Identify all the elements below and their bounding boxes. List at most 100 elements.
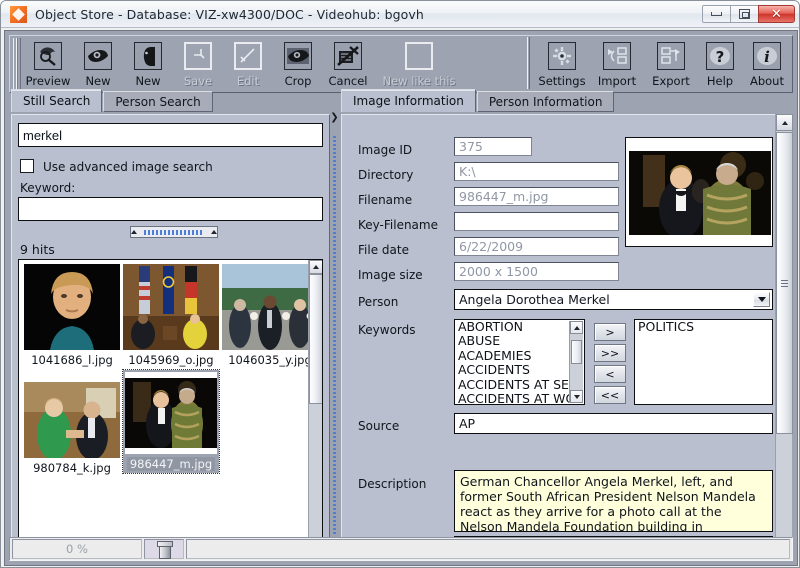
description-field[interactable]: German Chancellor Angela Merkel, left, a… — [454, 470, 773, 532]
preview-button[interactable]: Preview — [23, 36, 73, 92]
status-bar: 0 % — [9, 537, 793, 561]
edit-button[interactable]: Edit — [223, 36, 273, 92]
thumbnail-item-5[interactable]: 986447_m.jpg — [122, 369, 220, 474]
image-size-value: 2000 x 1500 — [459, 264, 538, 279]
cancel-button[interactable]: Cancel — [323, 36, 373, 92]
window-title: Object Store - Database: VIZ-xw4300/DOC … — [35, 6, 424, 22]
list-item[interactable]: POLITICS — [635, 320, 772, 334]
thumbnail-item-3[interactable]: 1046035_y.jpg — [222, 264, 318, 367]
thumbnail-item-2[interactable]: 1045969_o.jpg — [123, 264, 219, 367]
thumbnails-scrollbar[interactable] — [308, 260, 322, 552]
remove-all-keywords-label: << — [600, 388, 620, 402]
toolbar-grip[interactable] — [13, 38, 21, 90]
keywords-scroll-down-button[interactable] — [570, 390, 583, 403]
form-scroll-up-button[interactable] — [776, 114, 793, 131]
minimize-icon — [711, 12, 722, 16]
person-combobox[interactable]: Angela Dorothea Merkel — [454, 289, 773, 310]
crop-label: Crop — [284, 74, 312, 88]
keywords-selected-list[interactable]: POLITICS — [634, 319, 773, 405]
results-splitter-handle[interactable] — [130, 226, 218, 238]
add-all-keywords-button[interactable]: >> — [594, 344, 626, 362]
new-like-this-button[interactable]: New like this — [373, 36, 465, 92]
status-message — [186, 539, 790, 559]
save-button[interactable]: Save — [173, 36, 223, 92]
scroll-down-icon — [573, 394, 580, 399]
thumbnail-name-3: 1046035_y.jpg — [228, 353, 312, 367]
thumbnail-item-4[interactable]: 980784_k.jpg — [24, 382, 120, 475]
keyword-input[interactable] — [18, 197, 323, 221]
blank-square-icon — [405, 42, 433, 70]
thumbnail-item-1[interactable]: 1041686_l.jpg — [24, 264, 120, 367]
pencil-chart-icon — [234, 42, 262, 70]
list-item[interactable]: ACCIDENTS — [455, 362, 584, 377]
import-label: Import — [597, 74, 637, 88]
export-arrow-icon — [657, 42, 685, 70]
crop-button[interactable]: Crop — [273, 36, 323, 92]
scroll-up-icon — [313, 265, 319, 269]
about-button[interactable]: i About — [742, 36, 792, 92]
remove-all-keywords-button[interactable]: << — [594, 386, 626, 404]
tab-person-information[interactable]: Person Information — [476, 91, 615, 112]
export-button[interactable]: Export — [644, 36, 698, 92]
form-scroll-thumb[interactable] — [776, 132, 793, 434]
thumbnails-scroll-up-button[interactable] — [309, 260, 322, 274]
thumbnail-name-4: 980784_k.jpg — [33, 461, 111, 475]
minimize-button[interactable] — [702, 5, 731, 23]
form-scrollbar[interactable] — [775, 114, 793, 558]
source-value: AP — [459, 416, 476, 431]
list-item[interactable]: ACCIDENTS AT SEA — [455, 377, 584, 392]
hits-count: 9 hits — [20, 242, 55, 257]
image-size-field[interactable]: 2000 x 1500 — [454, 262, 619, 281]
new-person-button[interactable]: New — [123, 36, 173, 92]
keywords-scroll-thumb[interactable] — [571, 340, 582, 364]
directory-field[interactable]: K:\ — [454, 162, 619, 181]
file-date-label: File date — [358, 243, 409, 257]
person-dropdown-arrow[interactable] — [753, 292, 770, 307]
import-button[interactable]: Import — [590, 36, 644, 92]
help-button[interactable]: ? Help — [698, 36, 742, 92]
keywords-label: Keywords — [358, 323, 416, 337]
help-label: Help — [706, 74, 734, 88]
maximize-button[interactable] — [730, 5, 759, 23]
image-preview-box[interactable] — [625, 137, 773, 247]
thumbnail-image-3 — [222, 264, 318, 350]
list-item[interactable]: ABORTION — [455, 320, 584, 334]
thumbnails-scroll-thumb[interactable] — [309, 274, 322, 404]
advanced-search-checkbox[interactable] — [20, 159, 34, 173]
settings-button[interactable]: Settings — [534, 36, 590, 92]
keywords-available-list[interactable]: ABORTION ABUSE ACADEMIES ACCIDENTS ACCID… — [454, 319, 585, 405]
tab-image-information[interactable]: Image Information — [341, 89, 476, 112]
remove-keyword-label: < — [605, 367, 615, 381]
thumbnail-results-list[interactable]: 1041686_l.jpg 1045969_o.jpg 1046035_y.jp… — [18, 259, 323, 553]
thumbnail-image-wrap-1 — [24, 264, 120, 350]
add-keyword-button[interactable]: > — [594, 323, 626, 341]
tab-person-search[interactable]: Person Search — [103, 91, 213, 112]
recycle-bin-button[interactable] — [144, 539, 184, 559]
tab-still-search[interactable]: Still Search — [11, 89, 103, 112]
source-field[interactable]: AP — [454, 413, 773, 434]
list-item[interactable]: ACCIDENTS AT WO — [455, 391, 584, 404]
keywords-list-scrollbar[interactable] — [569, 321, 583, 403]
chevron-down-icon — [757, 297, 766, 302]
add-keyword-label: > — [605, 325, 615, 339]
export-label: Export — [652, 74, 690, 88]
close-button[interactable]: ✕ — [758, 5, 795, 23]
magnifier-palette-icon — [34, 42, 62, 70]
list-item[interactable]: ABUSE — [455, 333, 584, 348]
scroll-up-icon — [781, 120, 788, 125]
splitter-up-icon-2 — [211, 230, 217, 234]
list-item[interactable]: ACADEMIES — [455, 348, 584, 363]
new-still-button[interactable]: New — [73, 36, 123, 92]
key-filename-field[interactable] — [454, 212, 619, 231]
keywords-scroll-up-button[interactable] — [570, 321, 583, 334]
thumbnail-image-1 — [24, 264, 120, 350]
add-all-keywords-label: >> — [600, 346, 620, 360]
image-information-panel: Image ID 375 Directory K:\ Filename 9864… — [341, 114, 791, 558]
remove-keyword-button[interactable]: < — [594, 365, 626, 383]
panel-splitter[interactable]: ❯ ❯ — [330, 113, 339, 559]
image-id-field[interactable]: 375 — [454, 137, 532, 156]
file-date-field[interactable]: 6/22/2009 — [454, 237, 619, 256]
filename-field[interactable]: 986447_m.jpg — [454, 187, 619, 206]
search-input[interactable] — [18, 123, 323, 147]
eye-dotted-icon — [284, 42, 312, 70]
